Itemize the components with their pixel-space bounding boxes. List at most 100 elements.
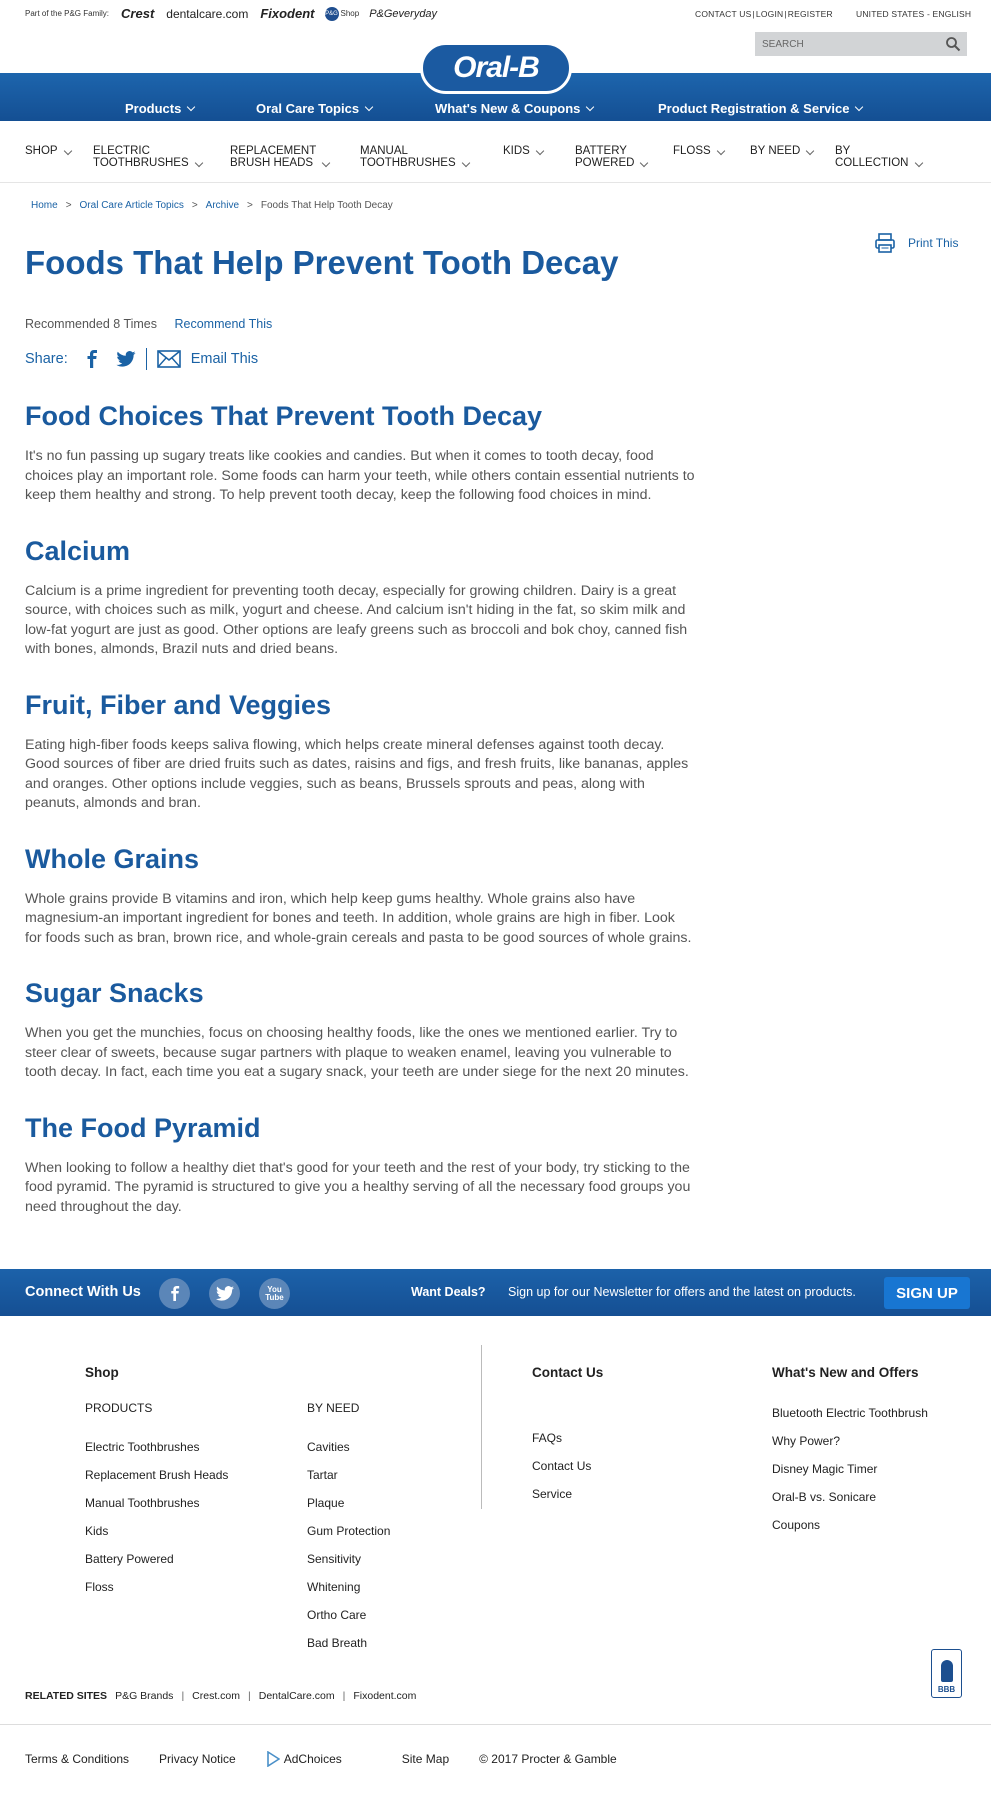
chevron-down-icon xyxy=(914,158,923,168)
register-link[interactable]: REGISTER xyxy=(788,9,833,19)
chevron-down-icon xyxy=(364,102,374,111)
cat-label: FLOSS xyxy=(673,145,711,157)
footer-link[interactable]: Battery Powered xyxy=(85,1552,228,1580)
breadcrumb-separator: > xyxy=(247,200,253,211)
footer-link[interactable]: Electric Toothbrushes xyxy=(85,1440,228,1468)
footer-link[interactable]: Service xyxy=(532,1487,591,1515)
search-icon[interactable] xyxy=(945,36,961,52)
section-paragraph: Whole grains provide B vitamins and iron… xyxy=(25,890,692,946)
print-button[interactable]: Print This xyxy=(874,232,958,254)
section-paragraph: Eating high-fiber foods keeps saliva flo… xyxy=(25,736,689,812)
bbb-torch-icon xyxy=(940,1660,953,1682)
footer-link[interactable]: Tartar xyxy=(307,1468,390,1496)
breadcrumb-archive[interactable]: Archive xyxy=(206,200,239,211)
footer-link[interactable]: Why Power? xyxy=(772,1434,928,1462)
facebook-icon[interactable] xyxy=(86,350,98,368)
search-input[interactable] xyxy=(755,32,935,56)
cat-by-need[interactable]: BY NEED xyxy=(750,145,815,157)
region-selector[interactable]: UNITED STATES - ENGLISH xyxy=(856,9,971,19)
cat-replacement-brush-heads[interactable]: REPLACEMENT BRUSH HEADS xyxy=(230,145,331,169)
breadcrumb-home[interactable]: Home xyxy=(31,200,58,211)
footer-link[interactable]: Floss xyxy=(85,1580,228,1608)
related-link[interactable]: Crest.com xyxy=(192,1690,240,1702)
legal-links: Terms & Conditions Privacy Notice AdChoi… xyxy=(25,1751,647,1767)
footer-link[interactable]: Ortho Care xyxy=(307,1608,390,1636)
cat-electric-toothbrushes[interactable]: ELECTRIC TOOTHBRUSHES xyxy=(93,145,203,169)
footer-link[interactable]: Bluetooth Electric Toothbrush xyxy=(772,1406,928,1434)
oral-b-logo[interactable]: Oral-B xyxy=(420,42,572,94)
footer-link[interactable]: Cavities xyxy=(307,1440,390,1468)
adchoices-icon xyxy=(266,1751,280,1767)
footer-link[interactable]: Plaque xyxy=(307,1496,390,1524)
privacy-link[interactable]: Privacy Notice xyxy=(159,1752,236,1766)
footer-link[interactable]: Manual Toothbrushes xyxy=(85,1496,228,1524)
nav-label: Oral Care Topics xyxy=(256,101,360,116)
footer-products-list: Electric Toothbrushes Replacement Brush … xyxy=(85,1440,228,1608)
footer-link[interactable]: Replacement Brush Heads xyxy=(85,1468,228,1496)
footer-link[interactable]: Gum Protection xyxy=(307,1524,390,1552)
nav-whats-new[interactable]: What's New & Coupons xyxy=(435,101,595,116)
footer-whatsnew-list: Bluetooth Electric Toothbrush Why Power?… xyxy=(772,1406,928,1546)
email-this-link[interactable]: Email This xyxy=(191,351,258,367)
footer-link[interactable]: Whitening xyxy=(307,1580,390,1608)
chevron-down-icon xyxy=(322,158,331,168)
chevron-down-icon xyxy=(461,158,470,168)
related-link[interactable]: P&G Brands xyxy=(115,1690,173,1702)
related-link[interactable]: Fixodent.com xyxy=(353,1690,416,1702)
footer-link[interactable]: Kids xyxy=(85,1524,228,1552)
connect-bar: Connect With Us You Tube Want Deals? Sig… xyxy=(0,1269,991,1316)
want-deals-label: Want Deals? xyxy=(411,1285,486,1299)
section-paragraph: When looking to follow a healthy diet th… xyxy=(25,1159,691,1215)
nav-product-registration[interactable]: Product Registration & Service xyxy=(658,101,864,116)
footer-link[interactable]: Contact Us xyxy=(532,1459,591,1487)
cat-manual-toothbrushes[interactable]: MANUAL TOOTHBRUSHES xyxy=(360,145,470,169)
bbb-label: BBB xyxy=(937,1685,956,1694)
youtube-icon[interactable]: You Tube xyxy=(259,1278,290,1309)
facebook-icon[interactable] xyxy=(159,1278,190,1309)
twitter-icon[interactable] xyxy=(209,1278,240,1309)
fixodent-logo[interactable]: Fixodent xyxy=(260,6,314,21)
related-link[interactable]: DentalCare.com xyxy=(259,1690,335,1702)
dentalcare-logo[interactable]: dentalcare.com xyxy=(166,7,248,21)
share-label: Share: xyxy=(25,351,68,367)
divider xyxy=(0,1724,991,1725)
crest-logo[interactable]: Crest xyxy=(121,6,154,21)
sign-up-button[interactable]: SIGN UP xyxy=(884,1277,970,1309)
login-link[interactable]: LOGIN xyxy=(756,9,783,19)
pg-shop-logo[interactable]: P&G Shop xyxy=(324,6,359,21)
article-body: Food Choices That Prevent Tooth Decay It… xyxy=(25,400,695,1246)
nav-products[interactable]: Products xyxy=(125,101,196,116)
bbb-badge[interactable]: BBB xyxy=(931,1649,962,1698)
breadcrumb-article-topics[interactable]: Oral Care Article Topics xyxy=(80,200,184,211)
contact-us-link[interactable]: CONTACT US xyxy=(695,9,751,19)
footer-link[interactable]: Coupons xyxy=(772,1518,928,1546)
related-sites: RELATED SITES P&G Brands | Crest.com | D… xyxy=(25,1690,416,1702)
footer-link[interactable]: Bad Breath xyxy=(307,1636,390,1664)
recommend-this-link[interactable]: Recommend This xyxy=(175,317,273,331)
cat-label: REPLACEMENT BRUSH HEADS xyxy=(230,145,317,169)
cat-floss[interactable]: FLOSS xyxy=(673,145,725,157)
cat-shop[interactable]: SHOP xyxy=(25,145,72,157)
footer-link[interactable]: FAQs xyxy=(532,1431,591,1459)
cat-battery-powered[interactable]: BATTERY POWERED xyxy=(575,145,649,169)
breadcrumb-separator: > xyxy=(191,200,198,211)
email-icon[interactable] xyxy=(156,350,181,368)
page-title: Foods That Help Prevent Tooth Decay xyxy=(25,244,619,281)
pg-everyday-logo[interactable]: P&Geveryday xyxy=(369,8,437,20)
twitter-icon[interactable] xyxy=(116,351,136,367)
cat-by-collection[interactable]: BY COLLECTION xyxy=(835,145,923,169)
section-heading: The Food Pyramid xyxy=(25,1112,261,1143)
sitemap-link[interactable]: Site Map xyxy=(402,1752,449,1766)
print-label: Print This xyxy=(908,236,959,250)
share-divider xyxy=(145,348,147,370)
footer-whatsnew-heading: What's New and Offers xyxy=(772,1365,919,1380)
logo-text: Oral-B xyxy=(453,51,540,84)
terms-link[interactable]: Terms & Conditions xyxy=(25,1752,129,1766)
footer-link[interactable]: Oral-B vs. Sonicare xyxy=(772,1490,928,1518)
nav-oral-care-topics[interactable]: Oral Care Topics xyxy=(256,101,374,116)
footer-link[interactable]: Sensitivity xyxy=(307,1552,390,1580)
cat-kids[interactable]: KIDS xyxy=(503,145,545,157)
adchoices-link[interactable]: AdChoices xyxy=(266,1751,372,1767)
footer-divider xyxy=(481,1345,482,1509)
footer-link[interactable]: Disney Magic Timer xyxy=(772,1462,928,1490)
